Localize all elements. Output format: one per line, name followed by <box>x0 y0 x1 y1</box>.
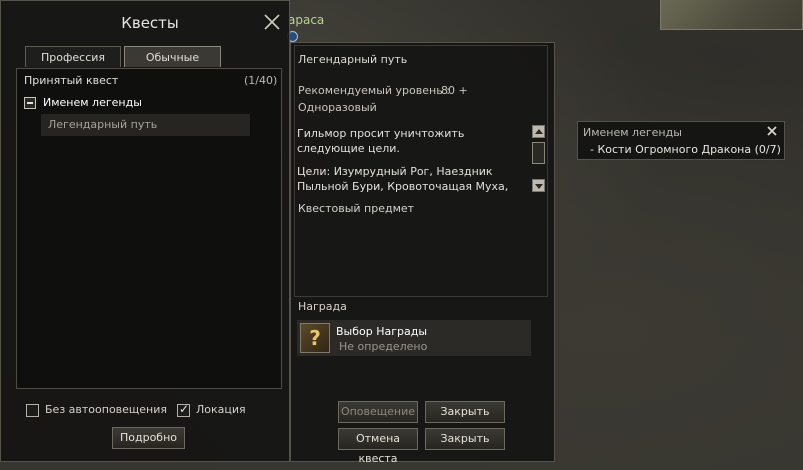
close-button[interactable]: Закрыть <box>425 401 505 423</box>
quest-window-title: Квесты <box>121 14 179 32</box>
quest-targets: Цели: Изумрудный Рог, Наездник Пыльной Б… <box>297 165 509 193</box>
accepted-quests-count: (1/40) <box>244 74 278 87</box>
close-details-button[interactable]: Закрыть <box>425 428 505 450</box>
reward-name: Выбор Награды <box>336 325 428 338</box>
tab-regular[interactable]: Обычные <box>124 46 221 67</box>
tab-profession[interactable]: Профессия <box>25 46 121 67</box>
quest-item-label: Квестовый предмет <box>298 202 415 215</box>
details-button[interactable]: Подробно <box>112 427 185 449</box>
recommended-level-label: Рекомендуемый уровень : <box>298 84 450 97</box>
location-checkbox[interactable]: ✓ <box>177 402 190 417</box>
notify-button[interactable]: Оповещение <box>338 401 418 423</box>
minimap-corner <box>660 0 803 30</box>
quest-details-title: Легендарный путь <box>298 53 408 66</box>
quest-list-item[interactable]: Легендарный путь <box>41 114 250 136</box>
quest-description: Гильмор просит уничтожить следующие цели… <box>297 127 465 155</box>
accepted-quests-label: Принятый квест <box>24 74 119 87</box>
collapse-category-icon[interactable] <box>24 97 36 109</box>
close-icon[interactable] <box>262 12 282 32</box>
close-icon[interactable] <box>766 125 778 137</box>
quest-repeat-type: Одноразовый <box>298 101 377 114</box>
quest-description-scroll-area[interactable]: Гильмор просит уничтожить следующие цели… <box>294 122 548 194</box>
scrollbar-thumb[interactable] <box>532 142 545 164</box>
quest-description-text: Гильмор просит уничтожить следующие цели… <box>297 126 521 194</box>
quest-category-label[interactable]: Именем легенды <box>43 96 142 109</box>
no-autonotify-label: Без автооповещения <box>45 403 168 416</box>
reward-status: Не определено <box>339 340 428 353</box>
no-autonotify-checkbox[interactable] <box>26 404 39 417</box>
location-label: Локация <box>196 403 246 416</box>
recommended-level-value: 80 + <box>441 84 468 97</box>
reward-label: Награда <box>298 300 347 313</box>
scroll-up-icon[interactable] <box>532 125 545 138</box>
abandon-quest-button[interactable]: Отмена квеста <box>338 428 418 465</box>
tracker-title: Именем легенды <box>583 126 682 139</box>
question-mark-icon[interactable]: ? <box>300 323 330 353</box>
check-icon: ✓ <box>179 402 190 416</box>
scroll-down-icon[interactable] <box>532 179 545 192</box>
tracker-objective: - Кости Огромного Дракона (0/7) <box>590 143 781 156</box>
